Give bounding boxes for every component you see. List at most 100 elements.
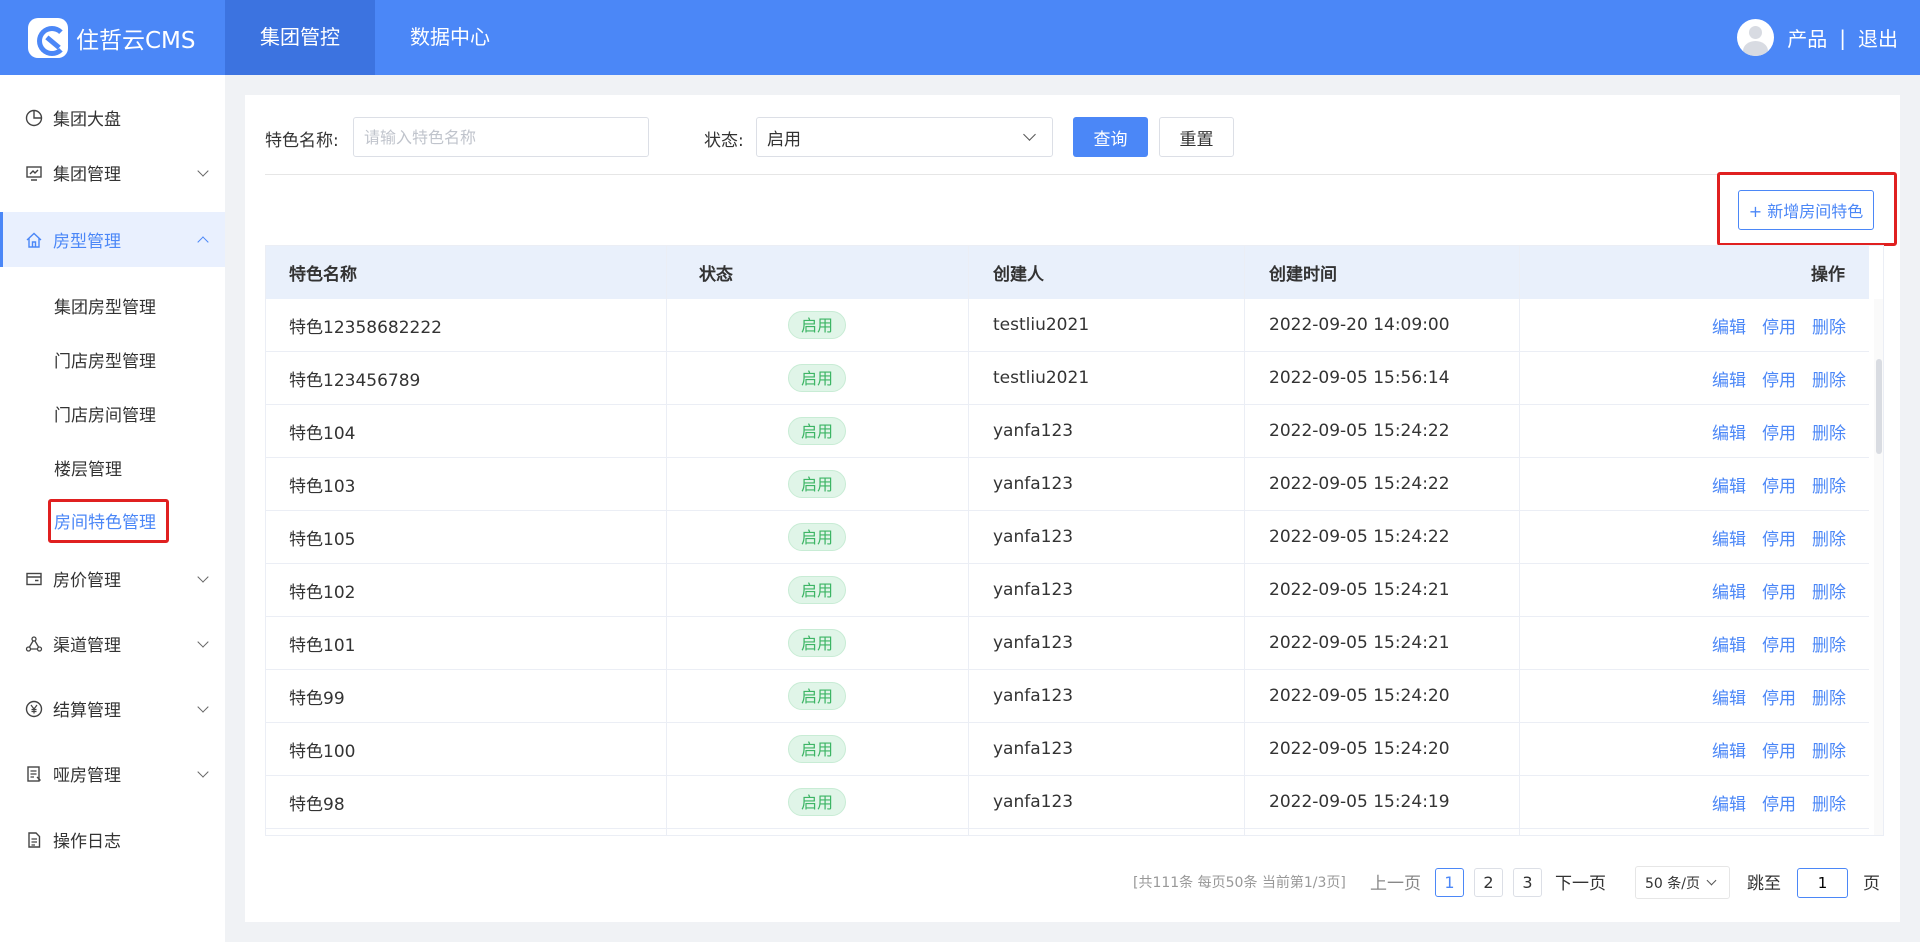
sidebar-subitem-store-rooms[interactable]: 门店房间管理 [54,401,156,426]
user-name[interactable]: 产品 [1787,23,1827,52]
chevron-up-icon [197,235,209,248]
pagination-prev[interactable]: 上一页 [1370,869,1421,894]
cell-actions: 编辑 停用 删除 [1696,617,1846,669]
cell-feature-name: 特色98 [289,794,345,815]
cell-actions: 编辑 停用 删除 [1696,670,1846,722]
cell-actions: 编辑 停用 删除 [1696,352,1846,404]
delete-link[interactable]: 删除 [1812,472,1846,497]
jump-label-wrap: 跳至 [1747,865,1781,898]
column-divider [968,246,969,835]
delete-link[interactable]: 删除 [1812,419,1846,444]
edit-link[interactable]: 编辑 [1712,366,1746,391]
avatar[interactable] [1737,19,1775,56]
sidebar-item-dummy-room-management[interactable]: 哑房管理 [0,746,225,801]
page-unit-wrap: 页 [1863,865,1880,898]
sidebar-subitem-floors[interactable]: 楼层管理 [54,455,122,480]
delete-link[interactable]: 删除 [1812,578,1846,603]
edit-link[interactable]: 编辑 [1712,313,1746,338]
edit-link[interactable]: 编辑 [1712,472,1746,497]
edit-link[interactable]: 编辑 [1712,737,1746,762]
sidebar-item-settlement-management[interactable]: 结算管理 [0,681,225,736]
reset-button[interactable]: 重置 [1159,117,1234,157]
pagination-page-3[interactable]: 3 [1513,868,1542,897]
disable-link[interactable]: 停用 [1762,790,1796,815]
pagination-page-1[interactable]: 1 [1435,868,1464,897]
edit-link[interactable]: 编辑 [1712,631,1746,656]
delete-link[interactable]: 删除 [1812,790,1846,815]
cell-actions: 编辑 停用 删除 [1696,458,1846,510]
disable-link[interactable]: 停用 [1762,578,1796,603]
cell-actions: 编辑 停用 删除 [1696,511,1846,563]
app-logo[interactable]: 住哲云CMS [28,18,196,58]
disable-link[interactable]: 停用 [1762,313,1796,338]
edit-link[interactable]: 编辑 [1712,525,1746,550]
pagination-next[interactable]: 下一页 [1555,869,1606,894]
pagination-summary: [共111条 每页50条 当前第1/3页] [1133,874,1346,891]
status-label: 状态: [704,131,744,151]
sidebar-subitem-group-room-types[interactable]: 集团房型管理 [54,293,156,318]
cell-created-time: 2022-09-05 15:24:22 [1269,527,1450,547]
cell-status: 启用 [666,617,968,669]
cell-status: 启用 [666,458,968,510]
disable-link[interactable]: 停用 [1762,472,1796,497]
sidebar-item-room-price-management[interactable]: 房价管理 [0,551,225,606]
highlight-box-room-features [48,499,169,543]
column-header-name[interactable]: 特色名称 [289,246,357,299]
disable-link[interactable]: 停用 [1762,737,1796,762]
delete-link[interactable]: 删除 [1812,313,1846,338]
sidebar-item-group-management[interactable]: 集团管理 [0,145,225,200]
jump-page-input[interactable] [1797,868,1848,898]
delete-link[interactable]: 删除 [1812,631,1846,656]
sidebar-subitem-store-room-types[interactable]: 门店房型管理 [54,347,156,372]
disable-link[interactable]: 停用 [1762,684,1796,709]
logout-link[interactable]: 退出 [1858,23,1898,52]
delete-link[interactable]: 删除 [1812,366,1846,391]
cell-creator: yanfa123 [993,633,1074,653]
cell-actions: 编辑 停用 删除 [1696,405,1846,457]
pagination-prev-wrap: 上一页 [1370,865,1421,898]
jump-label: 跳至 [1747,874,1781,894]
disable-link[interactable]: 停用 [1762,631,1796,656]
pagination-page-2[interactable]: 2 [1474,868,1503,897]
edit-link[interactable]: 编辑 [1712,419,1746,444]
delete-link[interactable]: 删除 [1812,737,1846,762]
sidebar-item-operation-log[interactable]: 操作日志 [0,812,225,867]
table-row: 特色101 启用 yanfa123 2022-09-05 15:24:21 编辑 停用 删除 [266,617,1869,670]
sidebar-item-room-type-management[interactable]: 房型管理 [0,212,225,267]
column-header-created[interactable]: 创建时间 [1269,246,1337,299]
feature-name-input[interactable] [353,117,649,157]
cell-feature-name: 特色104 [289,423,356,444]
chevron-down-icon [197,635,209,648]
delete-link[interactable]: 删除 [1812,684,1846,709]
table-scrollbar-thumb[interactable] [1876,359,1882,454]
cell-creator: yanfa123 [993,792,1074,812]
status-select[interactable]: 启用 [756,117,1053,157]
cell-feature-name: 特色101 [289,635,356,656]
top-nav-group-control[interactable]: 集团管控 [225,0,375,75]
cell-status: 启用 [666,723,968,775]
edit-link[interactable]: 编辑 [1712,684,1746,709]
edit-link[interactable]: 编辑 [1712,578,1746,603]
network-icon [24,634,44,654]
page-size-select[interactable]: 50 条/页 [1635,866,1730,899]
edit-link[interactable]: 编辑 [1712,790,1746,815]
cell-actions: 编辑 停用 删除 [1696,299,1846,351]
column-header-creator[interactable]: 创建人 [993,246,1044,299]
cell-creator: yanfa123 [993,580,1074,600]
sidebar-item-group-dashboard[interactable]: 集团大盘 [0,90,225,145]
query-button[interactable]: 查询 [1073,117,1148,157]
top-nav-data-center[interactable]: 数据中心 [375,0,525,75]
disable-link[interactable]: 停用 [1762,525,1796,550]
add-room-feature-button[interactable]: + 新增房间特色 [1738,190,1874,230]
column-header-status[interactable]: 状态 [666,246,766,299]
cell-creator: testliu2021 [993,368,1090,388]
sidebar-item-channel-management[interactable]: 渠道管理 [0,616,225,671]
disable-link[interactable]: 停用 [1762,366,1796,391]
disable-link[interactable]: 停用 [1762,419,1796,444]
table-scrollbar[interactable] [1874,299,1883,835]
sidebar-item-label: 结算管理 [53,701,121,721]
delete-link[interactable]: 删除 [1812,525,1846,550]
cell-status: 启用 [666,405,968,457]
log-file-icon [24,830,44,850]
feature-table: 特色名称 状态 创建人 创建时间 操作 特色12358682222 启用 testl… [265,245,1884,836]
